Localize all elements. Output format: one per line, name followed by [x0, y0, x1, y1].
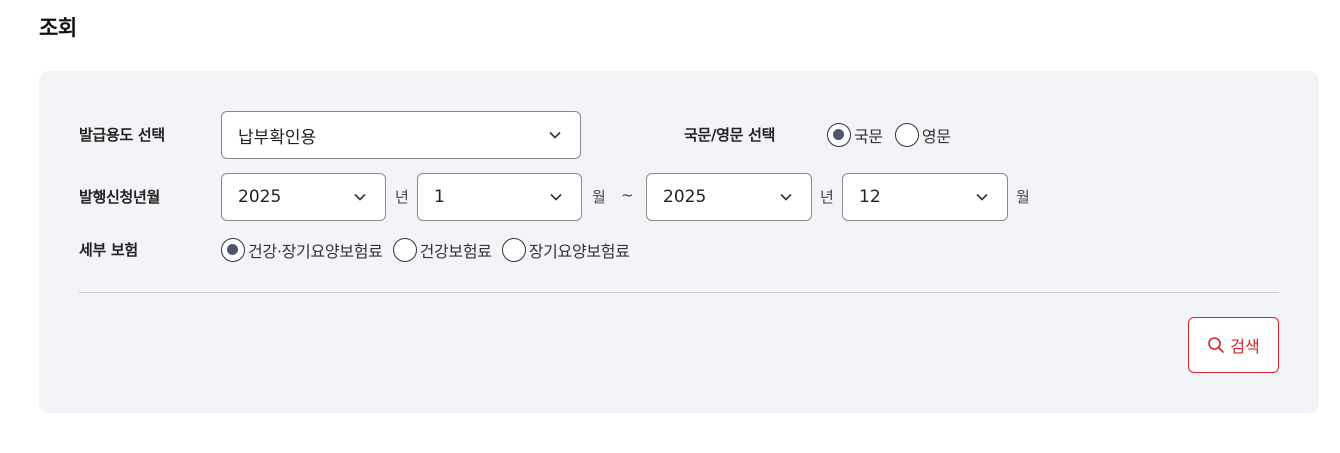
radio-health-label: 건강보험료	[419, 242, 492, 261]
search-icon	[1208, 337, 1225, 353]
start-year-select[interactable]: 2025	[221, 173, 386, 221]
end-year-unit: 년	[820, 188, 834, 206]
radio-health[interactable]: 건강보험료	[392, 238, 492, 262]
radio-korean-indicator	[827, 123, 851, 147]
language-label: 국문/영문 선택	[684, 126, 776, 144]
radio-health-indicator	[392, 238, 417, 262]
start-month-unit: 월	[592, 188, 606, 206]
start-year-unit: 년	[395, 188, 409, 206]
radio-health-longterm-label: 건강·장기요양보험료	[248, 242, 383, 261]
end-month-unit: 월	[1016, 188, 1030, 206]
purpose-label: 발급용도 선택	[79, 126, 165, 144]
end-year-select[interactable]: 2025	[646, 173, 812, 221]
end-month-select[interactable]: 12	[842, 173, 1008, 221]
language-radio-group: 국문 영문	[827, 123, 955, 147]
chevron-down-icon	[976, 193, 988, 201]
chevron-down-icon	[549, 131, 561, 139]
start-month-select[interactable]: 1	[417, 173, 582, 221]
chevron-down-icon	[780, 193, 792, 201]
radio-korean[interactable]: 국문	[827, 123, 883, 147]
radio-english-indicator	[894, 123, 919, 147]
radio-longterm-indicator	[501, 238, 526, 262]
insurance-radio-group: 건강·장기요양보험료 건강보험료 장기요양보험료	[221, 238, 634, 262]
page-title: 조회	[39, 16, 77, 40]
radio-korean-label: 국문	[854, 127, 883, 146]
radio-health-longterm-indicator	[221, 238, 245, 262]
chevron-down-icon	[354, 193, 366, 201]
purpose-select-value: 납부확인용	[238, 127, 317, 148]
period-label: 발행신청년월	[79, 188, 161, 206]
radio-longterm-label: 장기요양보험료	[528, 242, 630, 261]
divider	[79, 292, 1279, 293]
chevron-down-icon	[550, 193, 562, 201]
insurance-label: 세부 보험	[79, 241, 138, 259]
radio-longterm[interactable]: 장기요양보험료	[501, 238, 630, 262]
purpose-select[interactable]: 납부확인용	[221, 111, 581, 159]
radio-english[interactable]: 영문	[894, 123, 951, 147]
radio-health-longterm[interactable]: 건강·장기요양보험료	[221, 238, 383, 262]
search-panel: 발급용도 선택 납부확인용 국문/영문 선택 국문 영문 발행신청년월 2025…	[39, 71, 1319, 413]
radio-english-label: 영문	[921, 127, 951, 146]
search-button[interactable]: 검색	[1188, 317, 1279, 373]
period-separator: ~	[621, 186, 634, 204]
search-button-label: 검색	[1230, 337, 1260, 356]
